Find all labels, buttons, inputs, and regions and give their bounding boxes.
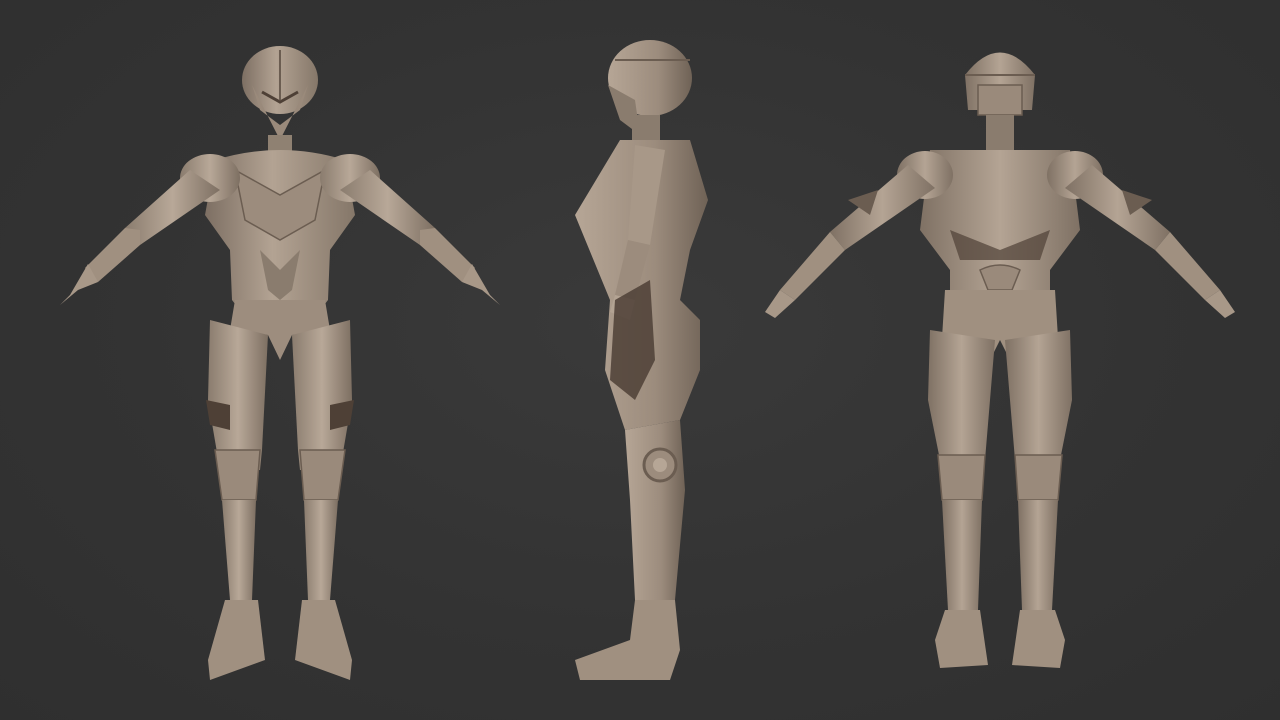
front-view [30, 0, 530, 720]
right-arm [340, 170, 510, 315]
right-leg [292, 320, 354, 680]
leg [575, 420, 685, 680]
neck [986, 115, 1014, 150]
side-view-figure [575, 40, 708, 680]
right-arm [1065, 165, 1235, 318]
left-arm [50, 170, 220, 315]
neck [632, 115, 660, 143]
front-view-figure [50, 46, 510, 680]
left-leg [928, 330, 995, 668]
left-leg [206, 320, 268, 680]
side-view [540, 0, 740, 720]
left-arm [765, 165, 935, 318]
back-view [750, 0, 1250, 720]
turnaround-sheet [0, 0, 1280, 720]
helmet [242, 46, 318, 140]
right-leg [1005, 330, 1072, 668]
back-view-figure [765, 52, 1235, 668]
helmet [965, 52, 1035, 116]
